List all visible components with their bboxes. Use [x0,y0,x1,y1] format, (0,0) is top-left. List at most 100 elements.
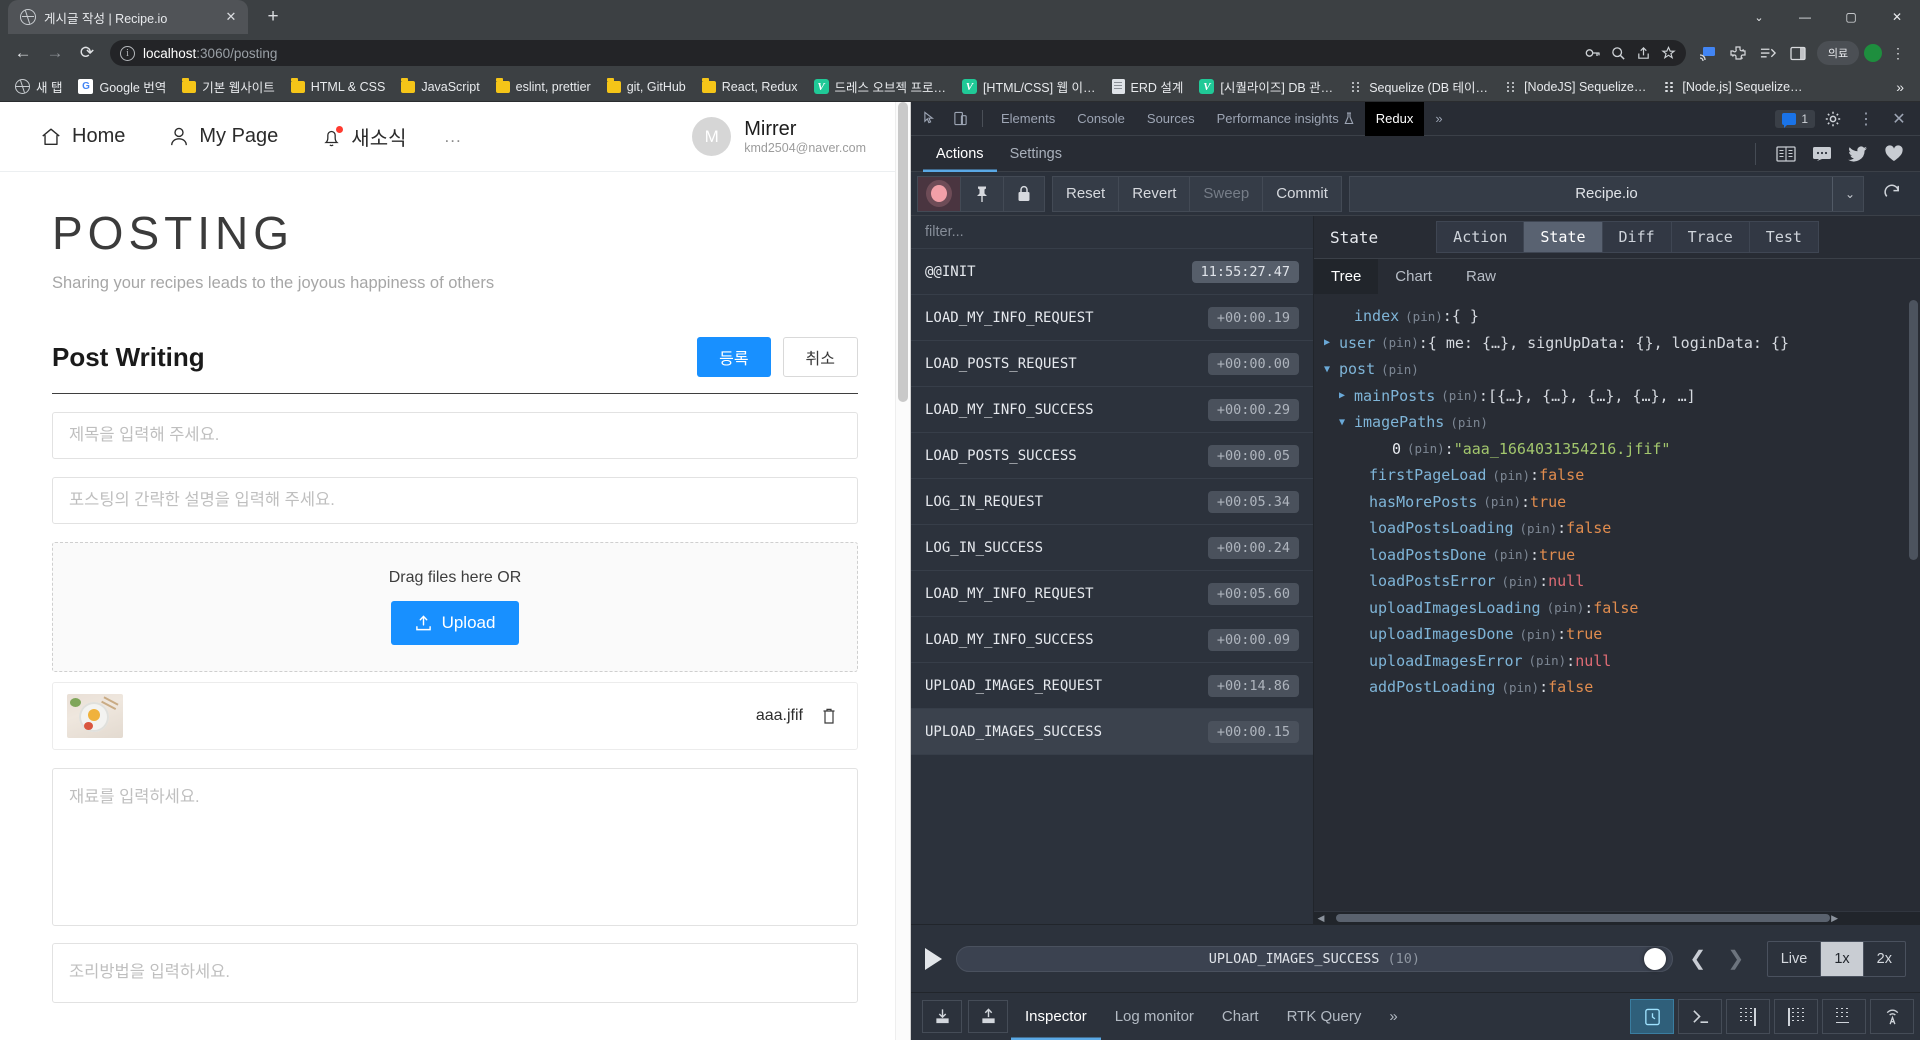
bookmark-star-icon[interactable] [1661,45,1676,61]
redux-tab-actions[interactable]: Actions [923,136,997,172]
inspect-element-icon[interactable] [916,105,944,133]
grid-bottom-icon[interactable] [1822,999,1866,1034]
new-tab-button[interactable]: + [258,2,288,32]
nav-item-home[interactable]: Home [18,125,147,148]
nav-item-news[interactable]: 새소식 [300,122,428,151]
inspector-tab-state[interactable]: State [1523,221,1603,253]
reading-list-icon[interactable] [1754,39,1782,67]
chevron-right-icon[interactable]: ▶ [1339,390,1354,401]
bookmark-item[interactable]: JavaScript [394,77,486,97]
bookmark-item[interactable]: React, Redux [695,77,805,97]
site-info-icon[interactable]: i [120,45,135,61]
record-button[interactable] [917,175,961,212]
share-icon[interactable] [1636,46,1651,61]
bookmark-item[interactable]: V 드레스 오브젝 프로… [807,74,953,99]
cancel-post-button[interactable]: 취소 [782,337,858,377]
pin-button[interactable] [960,175,1004,212]
play-icon[interactable] [925,947,942,970]
ingredients-textarea[interactable] [52,768,858,926]
bookmark-item[interactable]: ERD 설계 [1105,74,1191,99]
file-dropzone[interactable]: Drag files here OR Upload [52,542,858,672]
profile-pill[interactable]: 의료 [1817,41,1859,65]
nav-item-my-page[interactable]: My Page [147,125,300,148]
extension-cast-icon[interactable] [1694,39,1722,67]
footer-tab-inspector[interactable]: Inspector [1011,993,1101,1040]
slider-track[interactable] [956,945,1673,972]
user-profile[interactable]: M Mirrer kmd2504@naver.com [692,117,892,156]
action-row[interactable]: @@INIT 11:55:27.47 [911,249,1313,295]
footer-tabs-overflow[interactable]: » [1375,993,1411,1040]
tab-close-icon[interactable]: ✕ [222,8,240,26]
state-tree-row[interactable]: loadPostsDone (pin): true [1324,542,1920,569]
browser-tab[interactable]: 게시글 작성 | Recipe.io ✕ [8,0,248,34]
state-tree-row[interactable]: index (pin): { } [1324,303,1920,330]
bookmark-item[interactable]: [Node.js] Sequelize… [1655,77,1809,97]
bookmark-item[interactable]: V [시퀄라이즈] DB 관… [1192,74,1340,99]
slider-knob[interactable] [1643,947,1666,970]
state-view-tab-raw[interactable]: Raw [1449,259,1513,294]
docs-book-icon[interactable] [1776,145,1796,163]
inspector-tab-trace[interactable]: Trace [1670,221,1750,253]
action-row[interactable]: LOAD_POSTS_SUCCESS +00:00.05 [911,433,1313,479]
chevron-right-icon[interactable]: ▶ [1324,337,1339,348]
scroll-right-icon[interactable]: ▶ [1830,913,1840,924]
devtools-tab-performance-insights[interactable]: Performance insights [1206,102,1365,136]
state-tree-row[interactable]: uploadImagesError (pin): null [1324,648,1920,675]
state-tree-hscrollbar[interactable]: ◀ ▶ [1314,911,1920,924]
state-tree-row[interactable]: loadPostsError (pin): null [1324,568,1920,595]
bookmark-item[interactable]: V [HTML/CSS] 웹 이… [955,74,1103,99]
heart-icon[interactable] [1884,144,1904,163]
state-tree-row[interactable]: ▶ user (pin): { me: {…}, signUpData: {}, l… [1324,330,1920,357]
browser-menu-icon[interactable]: ⋮ [1884,39,1912,67]
close-icon[interactable]: ✕ [1885,105,1913,133]
footer-tab-log-monitor[interactable]: Log monitor [1101,993,1208,1040]
window-close-button[interactable]: ✕ [1874,0,1920,34]
state-tree-row[interactable]: firstPageLoad (pin): false [1324,462,1920,489]
action-row[interactable]: LOG_IN_REQUEST +00:05.34 [911,479,1313,525]
state-tree-row[interactable]: ▼ post (pin) [1324,356,1920,383]
bookmark-item[interactable]: [NodeJS] Sequelize… [1497,77,1653,97]
inspector-tab-action[interactable]: Action [1436,221,1525,253]
terminal-icon[interactable] [1678,999,1722,1034]
state-tree-row[interactable]: addPostLoading (pin): false [1324,674,1920,701]
speed-2x[interactable]: 2x [1864,942,1905,976]
state-view-tab-tree[interactable]: Tree [1314,259,1379,294]
chevron-down-icon[interactable]: ▼ [1324,364,1339,375]
more-vertical-icon[interactable]: ⋮ [1852,105,1880,133]
state-tree-vscrollbar[interactable] [1909,300,1918,560]
state-tree-row[interactable]: hasMorePosts (pin): true [1324,489,1920,516]
state-tree-row[interactable]: ▼ imagePaths (pin) [1324,409,1920,436]
messages-badge[interactable]: 1 [1775,109,1815,128]
devtools-tab-console[interactable]: Console [1066,102,1136,136]
action-row[interactable]: LOG_IN_SUCCESS +00:00.24 [911,525,1313,571]
sidepanel-icon[interactable] [1784,39,1812,67]
profile-avatar[interactable] [1864,44,1882,62]
address-bar[interactable]: i localhost:3060/posting [110,40,1686,66]
file-thumbnail[interactable] [67,694,123,738]
devtools-tabs-overflow[interactable]: » [1424,102,1453,136]
post-title-input[interactable] [52,412,858,459]
lock-button[interactable] [1003,175,1045,212]
grid-left-icon[interactable] [1774,999,1818,1034]
grid-right-icon[interactable] [1726,999,1770,1034]
chevron-down-icon[interactable]: ⌄ [1736,0,1782,34]
chevron-down-icon[interactable]: ⌄ [1831,176,1855,211]
maximize-button[interactable]: ▢ [1828,0,1874,34]
broadcast-icon[interactable] [1870,999,1914,1034]
time-travel-slider[interactable]: UPLOAD_IMAGES_SUCCESS (10) [956,945,1673,973]
inspector-tab-test[interactable]: Test [1748,221,1819,253]
bookmarks-overflow-button[interactable]: » [1888,79,1912,95]
forward-button[interactable]: → [40,38,70,68]
bookmark-item[interactable]: G Google 번역 [71,74,173,99]
state-tree[interactable]: index (pin): { } ▶ user (pin): { me: {…}, si… [1314,294,1920,911]
import-icon[interactable] [922,1000,962,1033]
slider-next-button[interactable]: ❯ [1723,946,1749,971]
footer-tab-chart[interactable]: Chart [1208,993,1273,1040]
state-tree-row[interactable]: loadPostsLoading (pin): false [1324,515,1920,542]
state-tree-row[interactable]: 0 (pin): "aaa_1664031354216.jfif" [1324,436,1920,463]
state-tree-row[interactable]: uploadImagesLoading (pin): false [1324,595,1920,622]
state-tree-row[interactable]: uploadImagesDone (pin): true [1324,621,1920,648]
twitter-icon[interactable] [1848,145,1868,163]
inspector-tab-diff[interactable]: Diff [1601,221,1672,253]
actions-filter-input[interactable]: filter... [911,216,1313,249]
